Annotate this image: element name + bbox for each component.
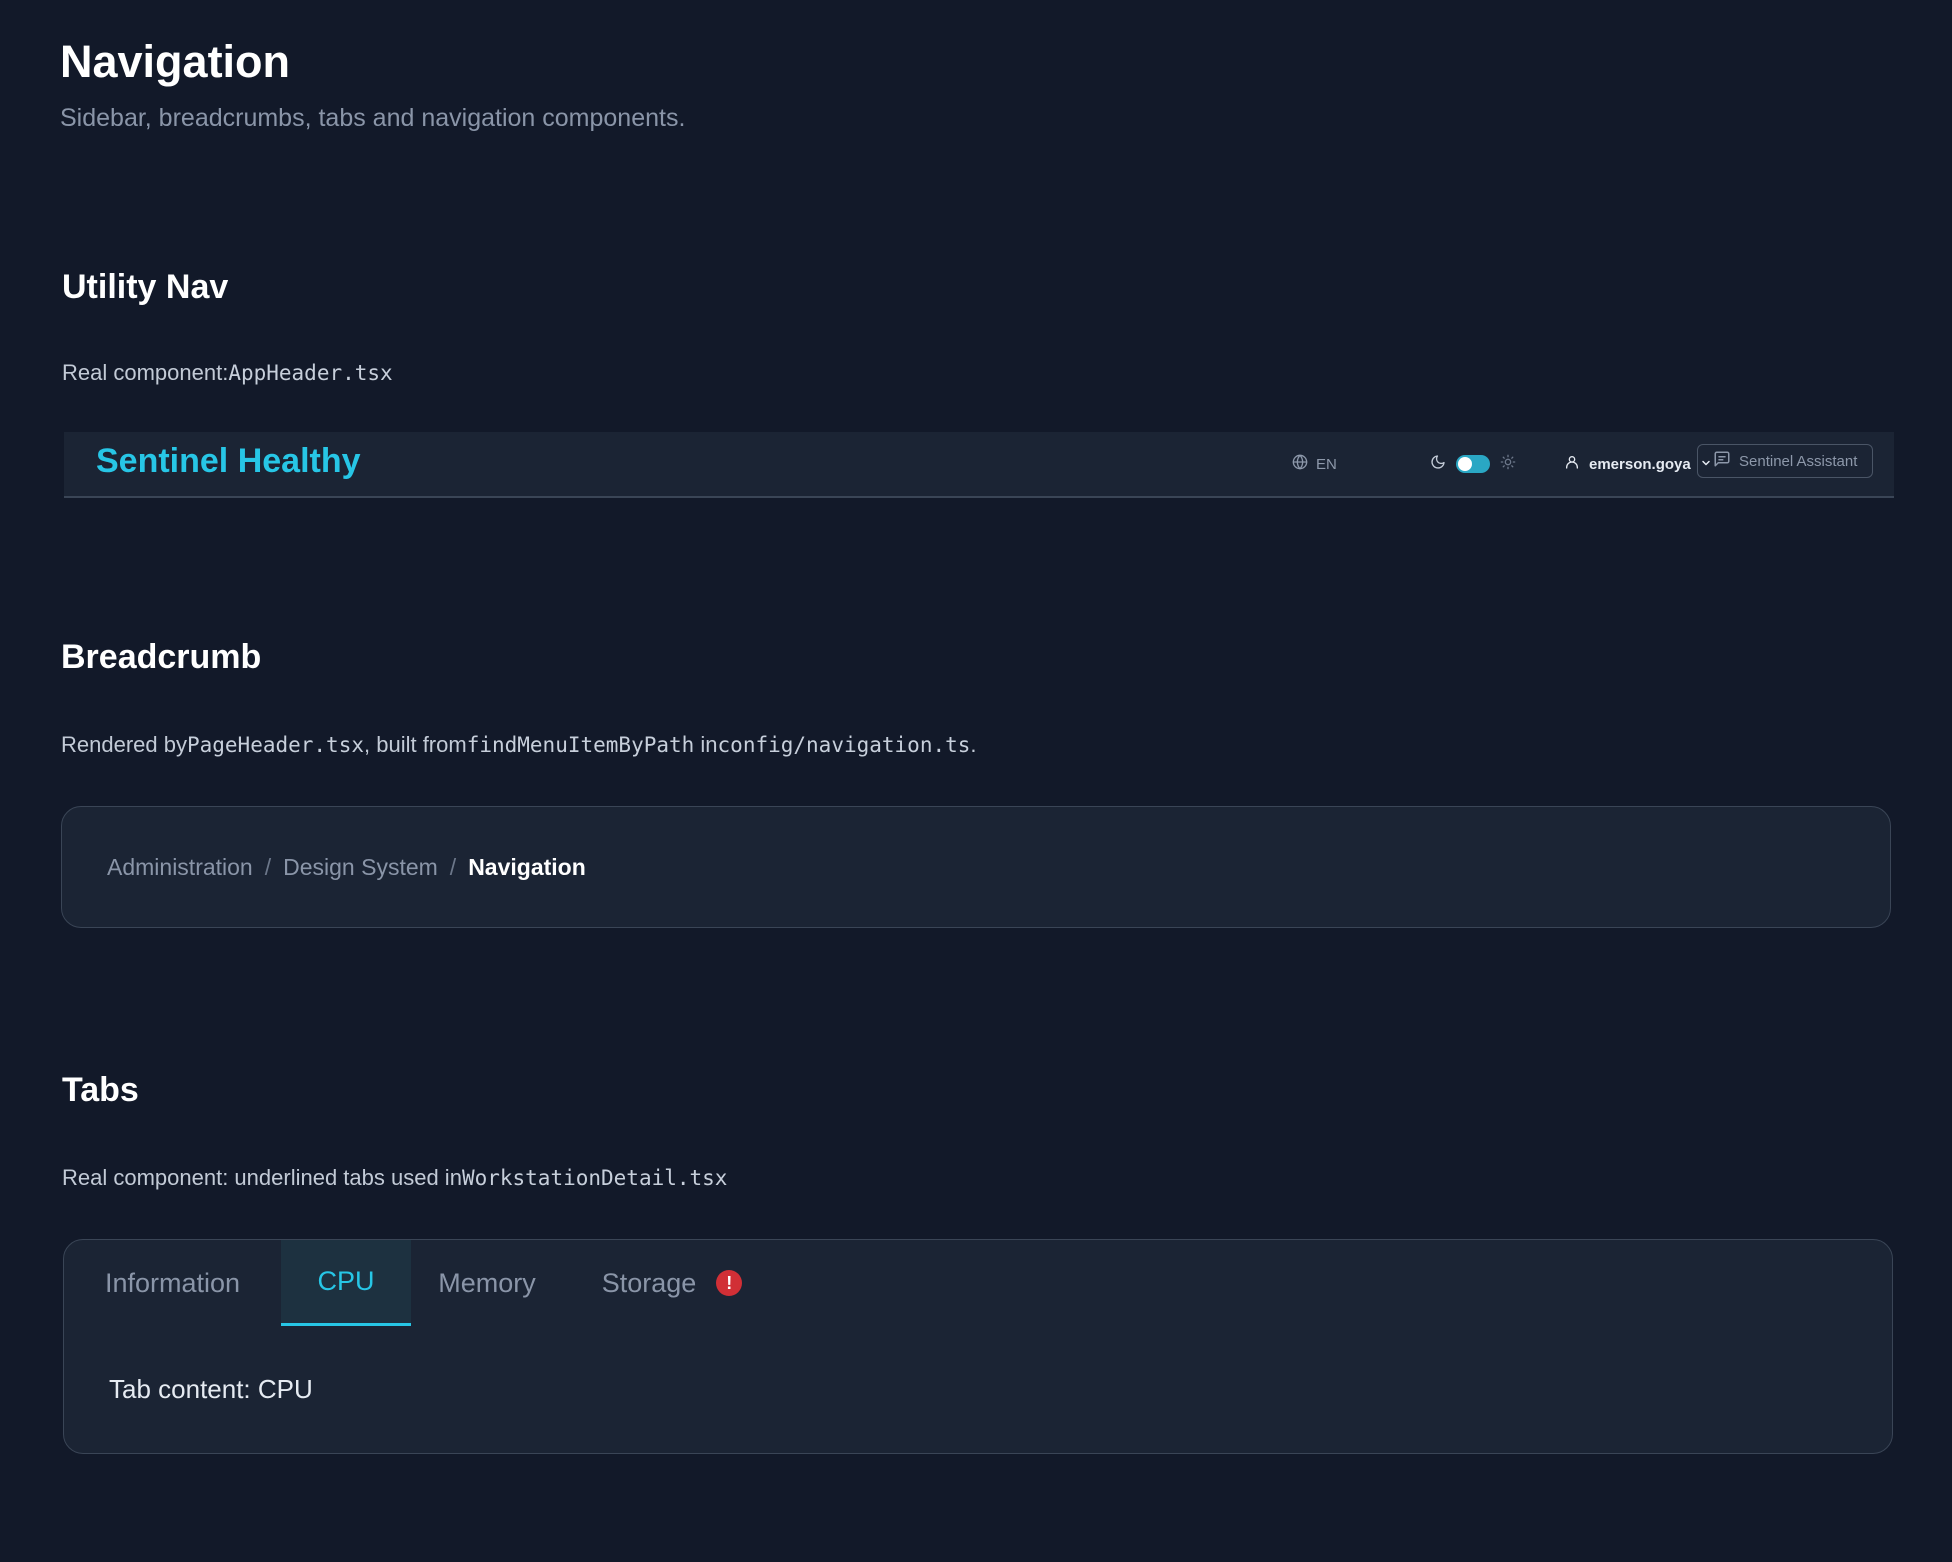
tab-label: Information	[104, 1267, 241, 1298]
breadcrumb-item-administration[interactable]: Administration	[107, 854, 253, 881]
config-filename: config/navigation.ts	[717, 733, 971, 757]
desc-text: .	[970, 732, 977, 757]
function-name: findMenuItemByPath	[466, 733, 695, 757]
page-title: Navigation	[60, 36, 291, 87]
component-filename: AppHeader.tsx	[228, 361, 393, 385]
section-title-tabs: Tabs	[62, 1071, 139, 1109]
username: emerson.goya	[1589, 455, 1691, 473]
tab-content: Tab content: CPU	[109, 1374, 313, 1404]
assistant-label: Sentinel Assistant	[1739, 452, 1858, 470]
desc-text: Real component:	[62, 360, 229, 385]
desc-text: Real component: underlined tabs used in	[62, 1165, 462, 1190]
breadcrumb-separator: /	[264, 853, 272, 880]
component-filename: PageHeader.tsx	[186, 733, 364, 757]
desc-text: in	[694, 732, 718, 757]
tab-label: CPU	[317, 1266, 375, 1296]
breadcrumb-description: Rendered byPageHeader.tsx, built fromfin…	[61, 732, 977, 758]
breadcrumb-item-design-system[interactable]: Design System	[283, 854, 438, 881]
section-title-utility-nav: Utility Nav	[62, 268, 229, 306]
tab-cpu[interactable]: CPU	[281, 1240, 411, 1326]
tab-memory[interactable]: Memory	[411, 1240, 563, 1326]
theme-toggle[interactable]	[1456, 455, 1490, 473]
language-selector[interactable]: EN	[1292, 432, 1337, 496]
user-icon	[1564, 454, 1580, 474]
tab-information[interactable]: Information	[64, 1240, 281, 1326]
desc-text: Rendered by	[61, 732, 187, 757]
page-subtitle: Sidebar, breadcrumbs, tabs and navigatio…	[60, 104, 686, 132]
tab-label: Storage	[601, 1267, 697, 1298]
tab-storage[interactable]: Storage!	[563, 1240, 781, 1326]
brand-logo-text[interactable]: Sentinel Healthy	[96, 442, 361, 481]
breadcrumb-separator: /	[449, 853, 457, 880]
desc-text: , built from	[364, 732, 467, 757]
section-title-breadcrumb: Breadcrumb	[61, 638, 262, 676]
breadcrumb-current: Navigation	[468, 853, 586, 880]
tabs-card: Information CPU Memory Storage! Tab cont…	[63, 1239, 1893, 1454]
sun-icon	[1500, 454, 1516, 475]
tab-label: Memory	[438, 1267, 536, 1298]
utility-nav-description: Real component:AppHeader.tsx	[62, 360, 393, 386]
globe-icon	[1292, 454, 1308, 474]
chat-icon	[1713, 450, 1731, 472]
breadcrumb: Administration / Design System / Navigat…	[107, 807, 586, 927]
warning-icon: !	[716, 1270, 743, 1296]
utility-nav-header: Sentinel Healthy EN emerson.goya Sentine…	[64, 432, 1894, 498]
toggle-knob	[1458, 457, 1472, 471]
theme-switcher	[1430, 432, 1516, 496]
component-filename: WorkstationDetail.tsx	[461, 1166, 728, 1190]
language-label: EN	[1316, 455, 1337, 473]
moon-icon	[1430, 454, 1446, 475]
user-menu[interactable]: emerson.goya	[1564, 432, 1712, 496]
breadcrumb-card: Administration / Design System / Navigat…	[61, 806, 1891, 928]
sentinel-assistant-button[interactable]: Sentinel Assistant	[1697, 444, 1874, 478]
tabs-description: Real component: underlined tabs used inW…	[62, 1165, 727, 1191]
